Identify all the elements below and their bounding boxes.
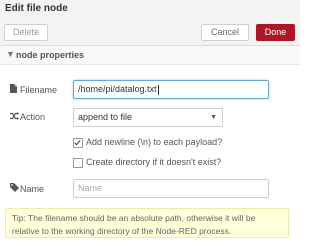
filename-input[interactable]: /home/pi/datalog.txt (73, 80, 269, 99)
filename-label: Filename (10, 84, 57, 95)
delete-button[interactable]: Delete (4, 24, 48, 41)
filename-value: /home/pi/datalog.txt (78, 84, 157, 94)
chevron-down-icon: ▼ (210, 114, 217, 121)
section-node-properties[interactable]: ▼ node properties (0, 46, 300, 65)
filename-label-text: Filename (20, 85, 58, 95)
dialog-title: Edit file node (5, 3, 68, 14)
action-select[interactable]: append to file ▼ (73, 108, 223, 127)
chevron-down-icon: ▼ (6, 49, 15, 59)
action-label-text: Action (20, 112, 46, 122)
shuffle-icon (10, 112, 20, 122)
name-placeholder: Name (78, 183, 103, 193)
create-directory-checkbox[interactable] (73, 158, 83, 168)
done-button[interactable]: Done (256, 24, 295, 41)
add-newline-label: Add newline (\n) to each payload? (86, 137, 223, 147)
text-caret (157, 84, 159, 95)
add-newline-checkbox[interactable] (73, 138, 83, 148)
tag-icon (10, 183, 20, 194)
name-label: Name (10, 183, 44, 194)
cancel-button[interactable]: Cancel (201, 24, 249, 41)
section-title: node properties (16, 50, 85, 60)
name-input[interactable]: Name (73, 179, 269, 198)
file-icon (10, 84, 20, 95)
tip-text: Tip: The filename should be an absolute … (12, 213, 256, 236)
dialog-header: Edit file node (0, 0, 300, 21)
dialog-toolbar: Delete Cancel Done (0, 20, 300, 46)
action-value: append to file (78, 112, 133, 122)
action-label: Action (10, 112, 45, 122)
name-label-text: Name (20, 184, 45, 194)
tip-box: Tip: The filename should be an absolute … (5, 208, 289, 238)
create-directory-label: Create directory if it doesn't exist? (86, 157, 222, 167)
